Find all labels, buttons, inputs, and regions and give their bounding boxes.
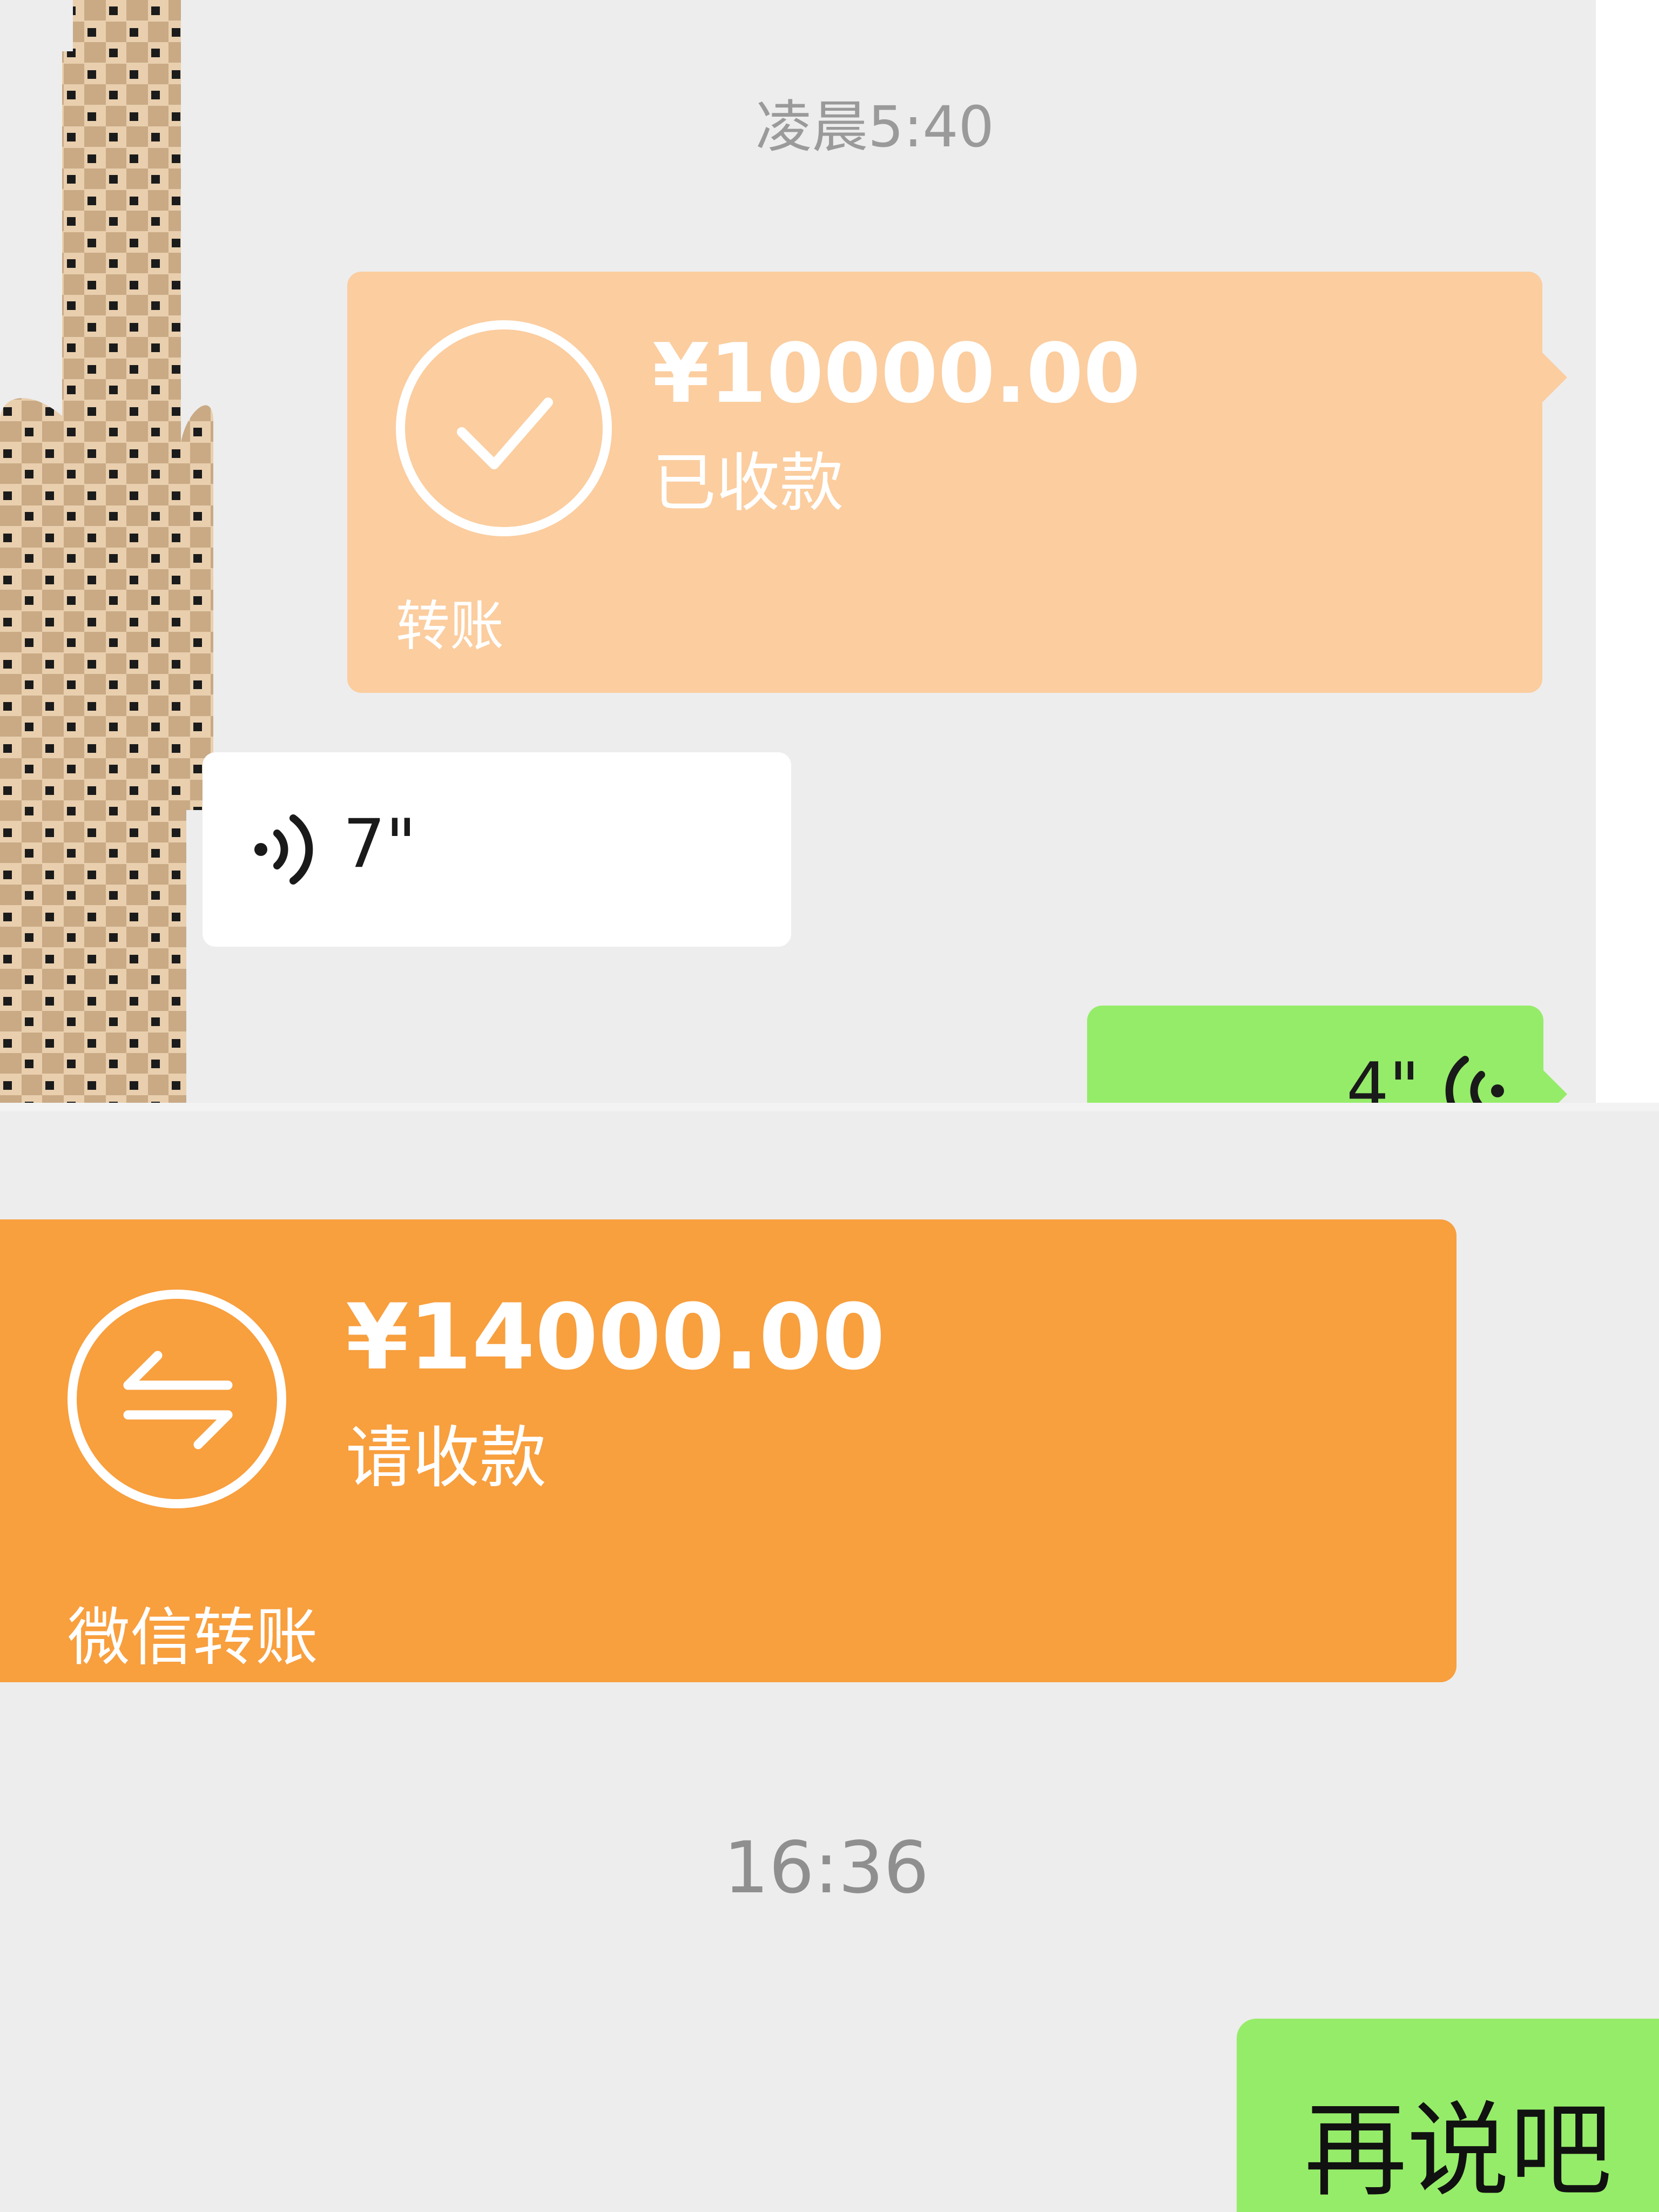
- transfer-status: 请收款: [346, 1419, 547, 1497]
- voice-duration: 7": [343, 805, 416, 883]
- contact-avatar[interactable]: [0, 0, 216, 1107]
- voice-message-incoming[interactable]: 7": [203, 752, 791, 947]
- text-message-outgoing[interactable]: 再说吧: [1237, 2019, 1659, 2212]
- voice-wave-icon: [1445, 1056, 1504, 1107]
- bubble-tail: [1542, 353, 1567, 402]
- right-edge-strip: [1596, 0, 1659, 1107]
- exchange-arrows-icon: [68, 1290, 286, 1508]
- transfer-amount: ¥10000.00: [652, 326, 1141, 421]
- check-circle-icon: [396, 320, 612, 536]
- message-text: 再说吧: [1304, 2091, 1613, 2210]
- transfer-label: 微信转账: [68, 1601, 318, 1674]
- chat-screenshot-top: 凌晨5:40 ¥10000.00 已收款 转账 7" 4": [0, 0, 1596, 1107]
- voice-message-outgoing[interactable]: 4": [1087, 1006, 1567, 1107]
- message-timestamp: 凌晨5:40: [756, 94, 994, 160]
- transfer-request-card[interactable]: ¥14000.00 请收款 微信转账: [0, 1219, 1456, 1682]
- transfer-received-card[interactable]: ¥10000.00 已收款 转账: [347, 272, 1567, 693]
- voice-duration: 4": [1346, 1049, 1420, 1107]
- bubble-tail: [1543, 1070, 1567, 1107]
- screenshot-divider: [0, 1103, 1659, 1111]
- transfer-label: 转账: [396, 595, 504, 658]
- transfer-amount: ¥14000.00: [346, 1284, 885, 1390]
- message-timestamp: 16:36: [723, 1826, 929, 1910]
- voice-wave-icon: [254, 814, 313, 885]
- transfer-status: 已收款: [652, 446, 844, 520]
